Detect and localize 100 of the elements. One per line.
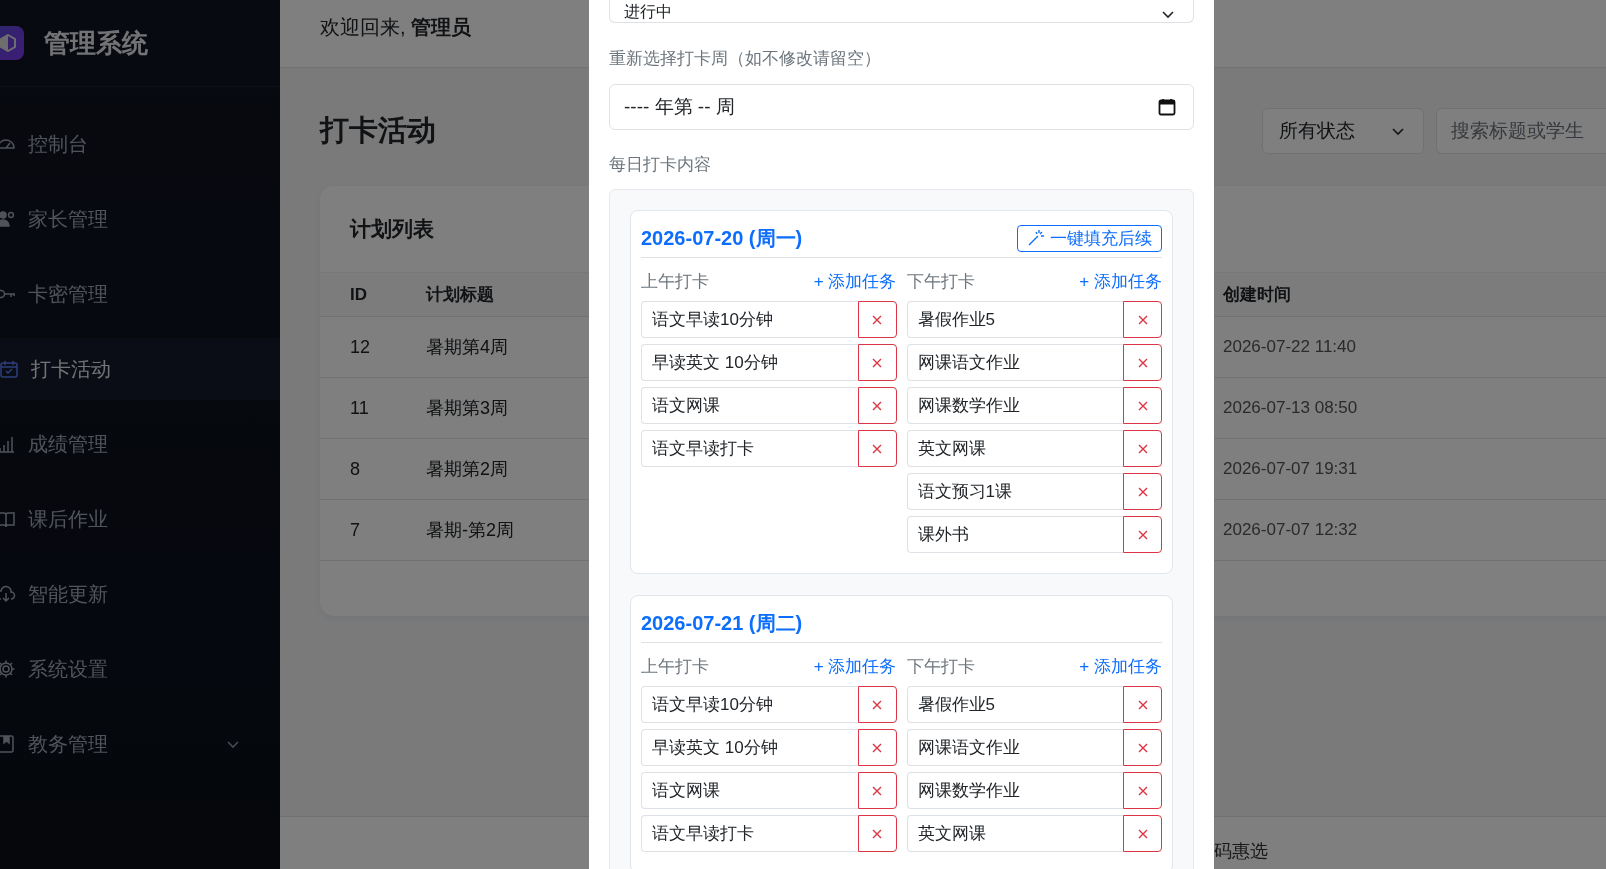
field-label: 每日打卡内容	[609, 154, 712, 176]
footer-text: 码惠选	[1214, 840, 1268, 863]
close-icon	[1137, 742, 1148, 753]
close-icon	[1137, 314, 1148, 325]
task-field[interactable]: 英文网课	[906, 430, 1123, 467]
task-field[interactable]: 网课语文作业	[906, 344, 1123, 381]
delete-button[interactable]	[1123, 473, 1162, 510]
calendar-icon	[1158, 98, 1176, 116]
delete-button[interactable]	[1123, 430, 1162, 467]
section-label: 下午打卡	[906, 270, 975, 293]
close-icon	[1137, 443, 1148, 454]
task-field[interactable]: 暑假作业5	[906, 686, 1123, 723]
add-task-link[interactable]: + 添加任务	[1079, 654, 1162, 678]
task-field[interactable]: 早读英文 10分钟	[641, 729, 858, 766]
close-icon	[1137, 828, 1148, 839]
task-field[interactable]: 语文预习1课	[906, 473, 1123, 510]
close-icon	[1137, 486, 1148, 497]
delete-button[interactable]	[857, 772, 897, 809]
close-icon	[872, 357, 882, 368]
delete-button[interactable]	[1123, 516, 1162, 553]
column-header: 计划标题	[426, 284, 494, 306]
bookmark-book-icon	[0, 734, 16, 754]
task-field[interactable]: 英文网课	[906, 815, 1123, 852]
close-icon	[1137, 357, 1148, 368]
delete-button[interactable]	[857, 387, 897, 424]
brand-name: 管理系统	[44, 26, 148, 60]
delete-button[interactable]	[857, 301, 897, 338]
add-task-link[interactable]: + 添加任务	[813, 269, 897, 293]
add-task-link[interactable]: + 添加任务	[1079, 269, 1162, 293]
table-cell-text: 暑期-第2周	[426, 519, 514, 542]
close-icon	[1137, 400, 1148, 411]
close-icon	[872, 400, 882, 411]
delete-button[interactable]	[1123, 772, 1162, 809]
delete-button[interactable]	[857, 686, 897, 723]
day-date: 2026-07-21 (周二)	[641, 610, 803, 636]
task-field[interactable]: 语文网课	[641, 772, 858, 809]
close-icon	[872, 785, 882, 796]
table-cell: 8	[350, 458, 360, 480]
delete-button[interactable]	[1123, 729, 1162, 766]
delete-button[interactable]	[1123, 686, 1162, 723]
delete-button[interactable]	[1123, 301, 1162, 338]
magic-wand-icon	[1027, 229, 1045, 247]
week-field[interactable]: ---- 年第 -- 周	[609, 84, 1194, 130]
table-cell: 11	[350, 397, 369, 419]
column-header: 创建时间	[1223, 284, 1291, 306]
section-label: 上午打卡	[641, 655, 709, 678]
section-label: 下午打卡	[906, 655, 975, 678]
calendar-check-icon	[0, 359, 19, 379]
status-select[interactable]: 进行中	[609, 0, 1194, 23]
search-field[interactable]: 搜索标题或学生	[1436, 108, 1606, 154]
section-label: 上午打卡	[641, 270, 709, 293]
task-field[interactable]: 语文早读打卡	[641, 430, 858, 467]
close-icon	[872, 314, 882, 325]
add-task-link[interactable]: + 添加任务	[813, 654, 897, 678]
close-icon	[1137, 529, 1148, 540]
day-date: 2026-07-20 (周一)	[641, 225, 803, 251]
table-cell: 2026-07-13 08:50	[1223, 398, 1358, 418]
table-cell-text: 暑期第3周	[426, 397, 508, 420]
delete-button[interactable]	[857, 430, 897, 467]
task-field[interactable]: 语文网课	[641, 387, 858, 424]
task-field[interactable]: 语文早读10分钟	[641, 301, 858, 338]
close-icon	[872, 699, 882, 710]
task-field[interactable]: 网课语文作业	[906, 729, 1123, 766]
delete-button[interactable]	[857, 815, 897, 852]
close-icon	[872, 443, 882, 454]
sidebar-item[interactable]: 打卡活动	[0, 338, 280, 400]
task-field[interactable]: 早读英文 10分钟	[641, 344, 858, 381]
delete-button[interactable]	[1123, 815, 1162, 852]
task-field[interactable]: 网课数学作业	[906, 387, 1123, 424]
status-select[interactable]: 所有状态	[1262, 108, 1424, 154]
book-icon	[0, 509, 16, 529]
table-cell-text: 暑期第4周	[426, 336, 508, 359]
task-field[interactable]: 语文早读10分钟	[641, 686, 858, 723]
settings-icon	[0, 659, 16, 679]
page-title: 打卡活动	[320, 113, 437, 148]
delete-button[interactable]	[857, 344, 897, 381]
task-field[interactable]: 语文早读打卡	[641, 815, 858, 852]
close-icon	[872, 828, 882, 839]
welcome-text: 欢迎回来, 管理员	[320, 15, 472, 40]
table-cell: 2026-07-07 19:31	[1223, 459, 1358, 479]
table-cell-text: 暑期第2周	[426, 458, 508, 481]
cloud-download-icon	[0, 584, 16, 604]
delete-button[interactable]	[1123, 387, 1162, 424]
close-icon	[1137, 699, 1148, 710]
task-field[interactable]: 暑假作业5	[906, 301, 1123, 338]
task-field[interactable]: 网课数学作业	[906, 772, 1123, 809]
task-field[interactable]: 课外书	[906, 516, 1123, 553]
card-title: 计划列表	[350, 216, 434, 242]
delete-button[interactable]	[857, 729, 897, 766]
people-icon	[0, 209, 16, 229]
delete-button[interactable]	[1123, 344, 1162, 381]
table-cell: 12	[350, 336, 371, 358]
field-label: 重新选择打卡周（如不修改请留空）	[609, 48, 882, 70]
fill-button[interactable]: 一键填充后续	[1017, 224, 1162, 252]
close-icon	[872, 742, 882, 753]
column-header: ID	[350, 284, 367, 305]
bar-chart-icon	[0, 434, 16, 454]
table-cell: 2026-07-07 12:32	[1223, 520, 1358, 540]
logo-icon	[0, 26, 24, 60]
close-icon	[1137, 785, 1148, 796]
